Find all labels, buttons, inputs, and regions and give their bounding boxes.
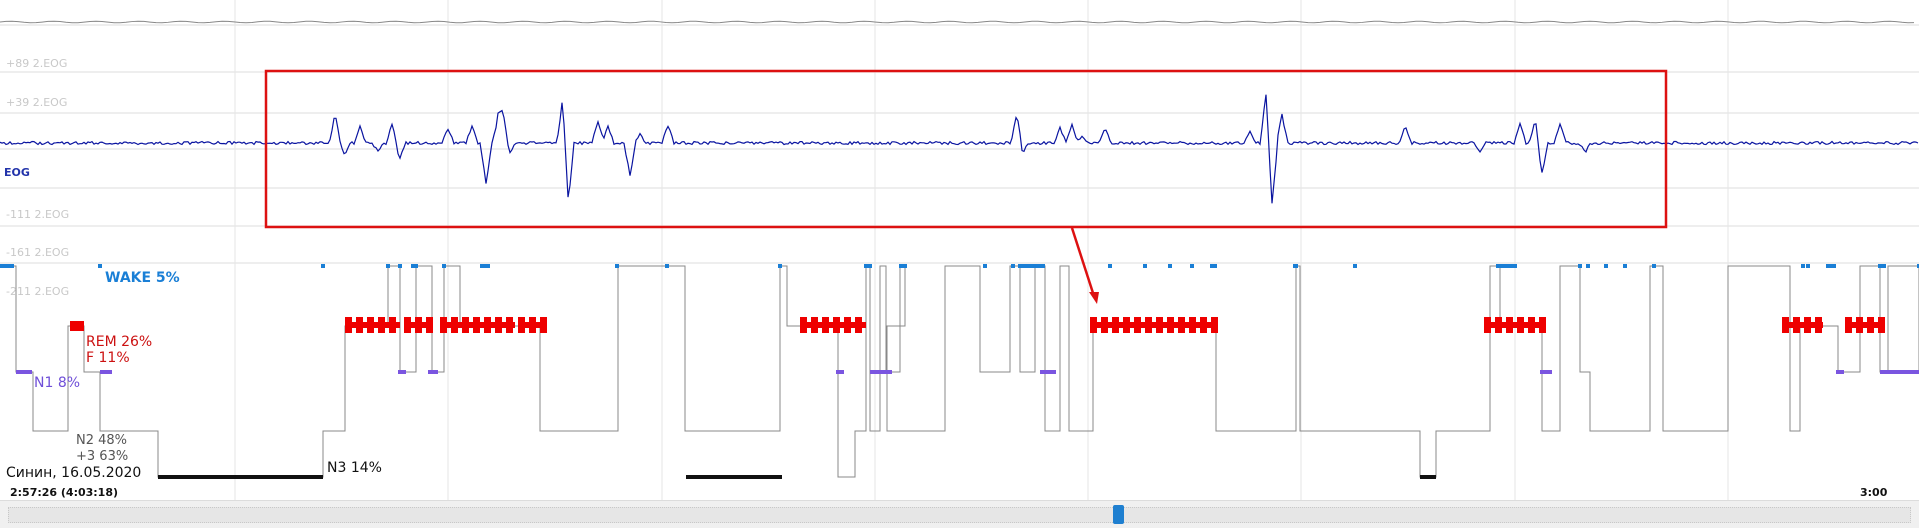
highlight-arrow-line (1070, 227, 1095, 294)
top-signal-trace (0, 20, 1915, 24)
horizontal-scrollbar[interactable] (0, 500, 1919, 528)
end-time: 3:00 (1860, 486, 1888, 499)
time-info: 2:57:26 (4:03:18) (10, 486, 119, 499)
wake-percentage: WAKE 5% (105, 270, 180, 286)
patient-info: Синин, 16.05.2020 (6, 465, 142, 481)
hypnogram (0, 264, 1919, 479)
grid (0, 0, 1919, 500)
scale-label-neg111: -111 2.EOG (6, 208, 70, 221)
channel-label: EOG (4, 166, 30, 179)
f-percentage: F 11% (86, 350, 130, 366)
n2-sub-percentage: +3 63% (76, 449, 129, 464)
rem-percentage: REM 26% (86, 334, 153, 350)
scale-label-neg211: -211 2.EOG (6, 285, 70, 298)
n2-percentage: N2 48% (76, 433, 128, 448)
scale-label-39: +39 2.EOG (6, 96, 68, 109)
highlight-arrow-head (1089, 292, 1099, 304)
scrollbar-track[interactable] (8, 507, 1911, 523)
scrollbar-thumb[interactable] (1113, 505, 1124, 524)
n1-percentage: N1 8% (34, 375, 81, 391)
scale-label-89: +89 2.EOG (6, 57, 68, 70)
n3-percentage: N3 14% (327, 460, 382, 476)
eog-chart[interactable] (0, 0, 1919, 500)
scale-label-neg161: -161 2.EOG (6, 246, 70, 259)
